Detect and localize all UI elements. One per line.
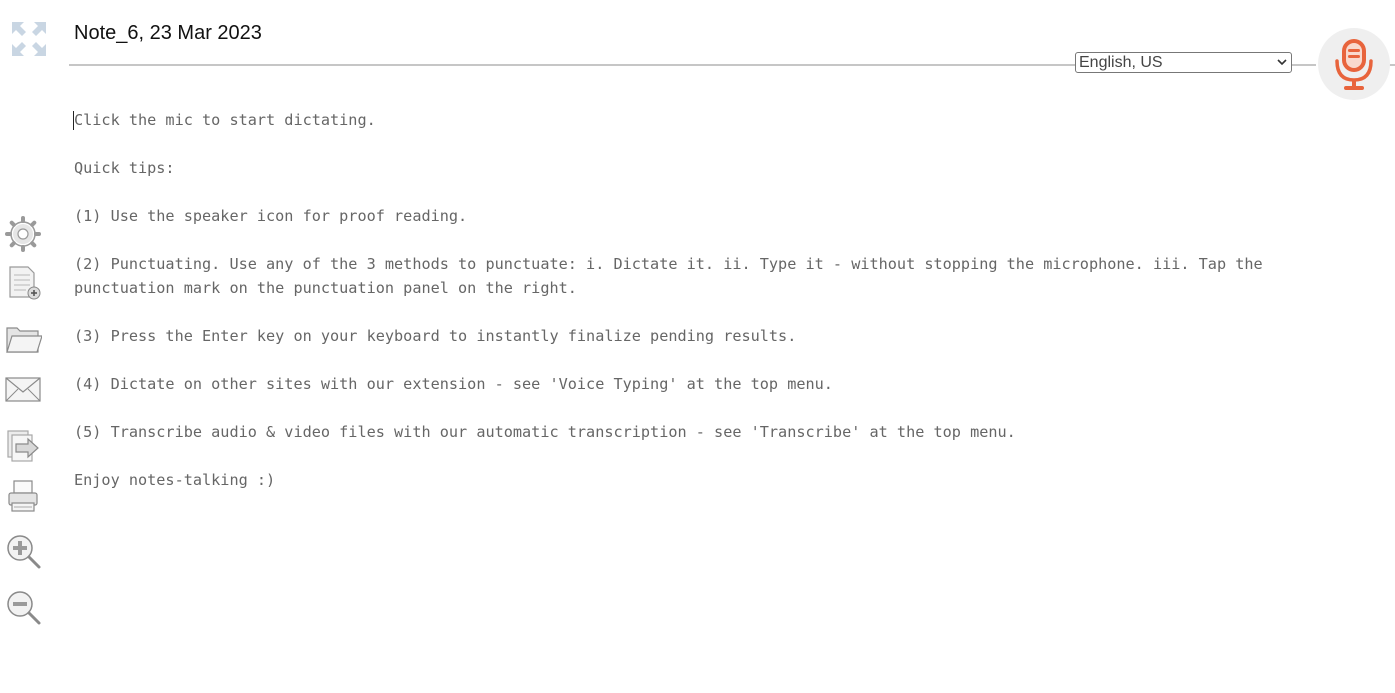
folder-icon bbox=[6, 327, 43, 353]
editor-line: Enjoy notes-talking :) bbox=[74, 471, 276, 489]
new-document-icon bbox=[9, 266, 41, 300]
title-divider bbox=[69, 64, 1075, 66]
new-note-button[interactable] bbox=[4, 265, 42, 303]
editor-line: Click the mic to start dictating. bbox=[74, 111, 376, 129]
export-button[interactable] bbox=[4, 425, 42, 463]
editor-line: (2) Punctuating. Use any of the 3 method… bbox=[74, 255, 1272, 297]
text-caret bbox=[73, 111, 74, 130]
note-title[interactable]: Note_6, 23 Mar 2023 bbox=[74, 22, 262, 45]
notes-page: Note_6, 23 Mar 2023 English, US Click th… bbox=[0, 0, 1395, 693]
microphone-icon bbox=[1335, 39, 1373, 90]
zoom-out-icon bbox=[7, 591, 41, 625]
zoom-out-button[interactable] bbox=[4, 588, 42, 626]
editor-line: (3) Press the Enter key on your keyboard… bbox=[74, 327, 797, 345]
email-button[interactable] bbox=[4, 370, 42, 408]
chevron-down-icon bbox=[1277, 59, 1287, 66]
title-divider-right bbox=[1292, 64, 1316, 66]
editor-line: Quick tips: bbox=[74, 159, 175, 177]
mic-button[interactable] bbox=[1318, 28, 1390, 100]
zoom-in-button[interactable] bbox=[4, 532, 42, 570]
settings-button[interactable] bbox=[4, 215, 42, 253]
language-select[interactable]: English, US bbox=[1075, 52, 1292, 73]
open-button[interactable] bbox=[4, 320, 43, 358]
editor-line: (4) Dictate on other sites with our exte… bbox=[74, 375, 833, 393]
language-select-value: English, US bbox=[1079, 54, 1163, 71]
envelope-icon bbox=[5, 377, 41, 402]
gear-icon bbox=[5, 216, 41, 252]
zoom-in-icon bbox=[7, 535, 41, 569]
print-button[interactable] bbox=[4, 477, 42, 515]
export-arrow-icon bbox=[7, 430, 39, 462]
editor-line: (1) Use the speaker icon for proof readi… bbox=[74, 207, 468, 225]
editor-line: (5) Transcribe audio & video files with … bbox=[74, 423, 1016, 441]
printer-icon bbox=[8, 480, 38, 512]
note-editor[interactable]: Click the mic to start dictating. Quick … bbox=[73, 108, 1334, 516]
fullscreen-icon[interactable] bbox=[10, 20, 48, 58]
